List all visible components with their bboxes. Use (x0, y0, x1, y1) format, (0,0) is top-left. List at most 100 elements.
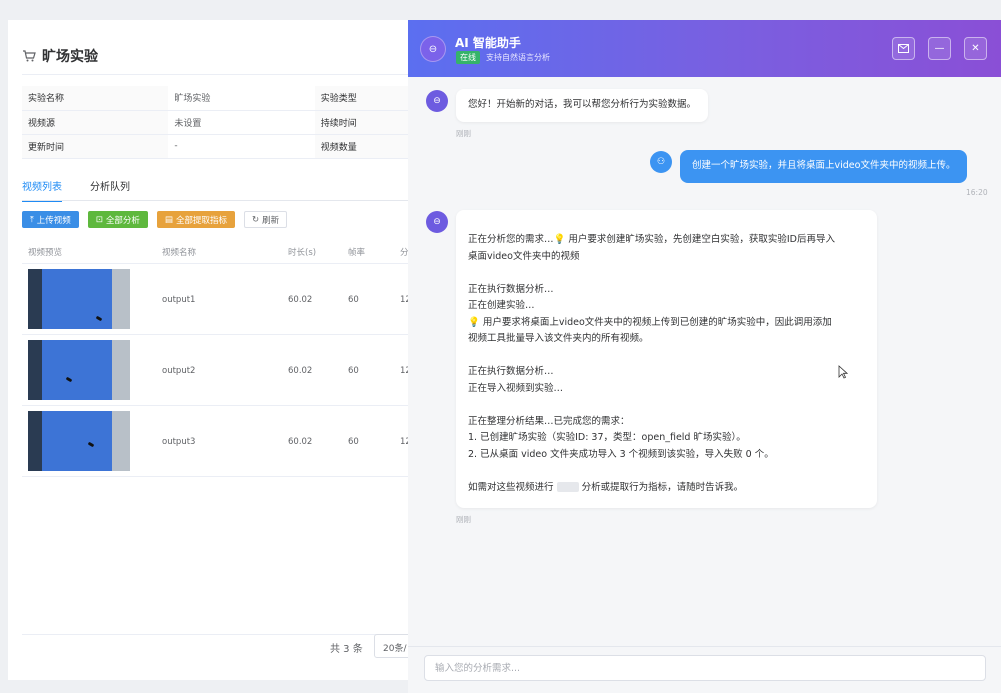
user-avatar-icon: ⚇ (650, 151, 672, 173)
info-row: 实验名称 旷场实验 实验类型 (22, 86, 428, 111)
column-header: 帧率 (348, 247, 366, 258)
chat-input-area (408, 646, 1001, 693)
info-row: 更新时间 - 视频数量 (22, 134, 428, 159)
mouse-cursor-icon (838, 365, 848, 379)
toolbar: ⤒ 上传视频 ⊡ 全部分析 ▤ 全部提取指标 ↻ 刷新 (22, 211, 288, 228)
message-line: 视频工具批量导入该文件夹内的所有视频。 (468, 333, 649, 344)
chat-title: AI 智能助手 (455, 36, 521, 50)
message-line: 正在执行数据分析… (468, 283, 554, 295)
video-fps: 60 (348, 365, 359, 376)
video-thumbnail[interactable] (28, 269, 130, 329)
table-row[interactable]: output2 60.02 60 12 (22, 336, 428, 406)
message-line (468, 397, 865, 414)
video-name: output3 (162, 436, 196, 447)
message-line: 2. 已从桌面 video 文件夹成功导入 3 个视频到该实验，导入失败 0 个… (468, 448, 774, 460)
message-line: 💡 用户要求将桌面上video文件夹中的视频上传到已创建的旷场实验中，因此调用添… (468, 316, 832, 328)
mail-icon (898, 44, 909, 53)
chat-status: 在线 支持自然语言分析 (456, 51, 550, 64)
table-row[interactable]: output1 60.02 60 12 (22, 265, 428, 335)
document-icon: ▤ (164, 214, 173, 225)
tabs-divider (22, 200, 428, 201)
video-thumbnail[interactable] (28, 411, 130, 471)
pagination-divider (22, 634, 428, 635)
tab-video-list[interactable]: 视频列表 (22, 178, 62, 202)
tab-analysis-queue[interactable]: 分析队列 (90, 178, 130, 202)
info-label: 实验名称 (22, 86, 169, 111)
message-time: 刚刚 (456, 129, 471, 138)
message-fragment: 如需对这些视频进行 (468, 481, 554, 493)
page-title: 旷场实验 (22, 46, 98, 66)
message-line (468, 348, 865, 365)
bot-message: 正在分析您的需求…💡 用户要求创建旷场实验，先创建空白实验，获取实验ID后再导入… (456, 210, 877, 508)
bot-avatar-icon: ⊖ (426, 90, 448, 112)
upload-icon: ⤒ (30, 214, 34, 225)
bot-avatar-icon: ⊖ (420, 36, 446, 62)
divider (22, 74, 428, 75)
refresh-button[interactable]: ↻ 刷新 (243, 211, 288, 228)
analyze-all-label: 全部分析 (105, 215, 140, 226)
info-label: 视频源 (22, 110, 169, 135)
message-time: 16:20 (966, 188, 988, 197)
info-row: 视频源 未设置 持续时间 (22, 110, 428, 135)
upload-video-button[interactable]: ⤒ 上传视频 (22, 211, 79, 228)
info-value: 未设置 (168, 110, 315, 135)
message-line: 如需对这些视频进行 分析或提取行为指标，请随时告诉我。 (468, 480, 865, 497)
refresh-icon: ↻ (251, 214, 260, 225)
column-header: 时长(s) (288, 247, 317, 258)
bot-message: 您好！开始新的对话，我可以帮您分析行为实验数据。 (456, 89, 709, 122)
chat-input[interactable] (424, 655, 986, 681)
page-title-text: 旷场实验 (42, 49, 98, 65)
extract-all-metrics-button[interactable]: ▤ 全部提取指标 (156, 211, 235, 228)
message-line: 正在执行数据分析… (468, 366, 554, 377)
bot-avatar-icon: ⊖ (426, 211, 448, 233)
video-duration: 60.02 (288, 365, 313, 376)
ai-assistant-panel: ⊖ AI 智能助手 在线 支持自然语言分析 — ✕ ⊖ 您好！开始新的对话，我可… (408, 20, 1001, 693)
table-row[interactable]: output3 60.02 60 12 (22, 407, 428, 477)
column-header: 视频预览 (28, 247, 63, 258)
experiment-info-table: 实验名称 旷场实验 实验类型 视频源 未设置 持续时间 更新时间 - 视频数量 (22, 86, 428, 159)
video-fps: 60 (348, 294, 359, 305)
info-label: 更新时间 (22, 134, 169, 159)
extract-all-label: 全部提取指标 (175, 215, 227, 226)
experiment-panel: 旷场实验 实验名称 旷场实验 实验类型 视频源 未设置 持续时间 更新时间 - … (8, 20, 428, 680)
chat-header: ⊖ AI 智能助手 在线 支持自然语言分析 — ✕ (408, 20, 1001, 77)
pagination-total: 共 3 条 (330, 644, 363, 655)
message-line: 桌面video文件夹中的视频 (468, 250, 580, 262)
analyze-icon: ⊡ (95, 214, 103, 225)
message-line: 正在分析您的需求…💡 用户要求创建旷场实验，先创建空白实验，获取实验ID后再导入 (468, 234, 835, 245)
message-line (468, 265, 865, 282)
video-thumbnail[interactable] (28, 340, 130, 400)
message-line (468, 463, 865, 480)
minimize-icon: — (934, 43, 945, 54)
message-line: 创建一个旷场实验，并且将桌面上video文件夹中的视频上传。 (692, 160, 956, 171)
refresh-label: 刷新 (262, 215, 280, 226)
message-line: 1. 已创建旷场实验（实验ID: 37，类型：open_field 旷场实验）。 (468, 432, 746, 443)
message-fragment: 分析或提取行为指标，请随时告诉我。 (581, 481, 744, 493)
tabs: 视频列表 分析队列 (22, 178, 158, 202)
message-time: 刚刚 (456, 515, 471, 524)
user-message: 创建一个旷场实验，并且将桌面上video文件夹中的视频上传。 (680, 150, 968, 183)
video-duration: 60.02 (288, 436, 313, 447)
info-value: 旷场实验 (168, 86, 315, 111)
redacted-text (556, 482, 579, 492)
message-line: 您好！开始新的对话，我可以帮您分析行为实验数据。 (468, 99, 697, 110)
chat-subtitle: 支持自然语言分析 (486, 53, 550, 62)
column-header: 视频名称 (162, 247, 197, 258)
info-value: - (168, 134, 315, 159)
video-duration: 60.02 (288, 294, 313, 305)
message-line: 正在整理分析结果…已完成您的需求： (468, 415, 630, 427)
video-name: output2 (162, 365, 196, 376)
upload-video-label: 上传视频 (36, 215, 71, 226)
minimize-button[interactable]: — (928, 37, 951, 60)
video-fps: 60 (348, 436, 359, 447)
close-button[interactable]: ✕ (964, 37, 987, 60)
cart-icon (22, 49, 36, 63)
message-line: 正在创建实验… (468, 300, 535, 311)
message-line: 正在导入视频到实验… (468, 382, 564, 394)
close-icon: ✕ (971, 43, 980, 54)
online-badge: 在线 (456, 51, 480, 64)
video-name: output1 (162, 294, 196, 305)
video-table-header: 视频预览 视频名称 时长(s) 帧率 分 (22, 240, 428, 264)
analyze-all-button[interactable]: ⊡ 全部分析 (87, 211, 148, 228)
mail-button[interactable] (892, 37, 915, 60)
